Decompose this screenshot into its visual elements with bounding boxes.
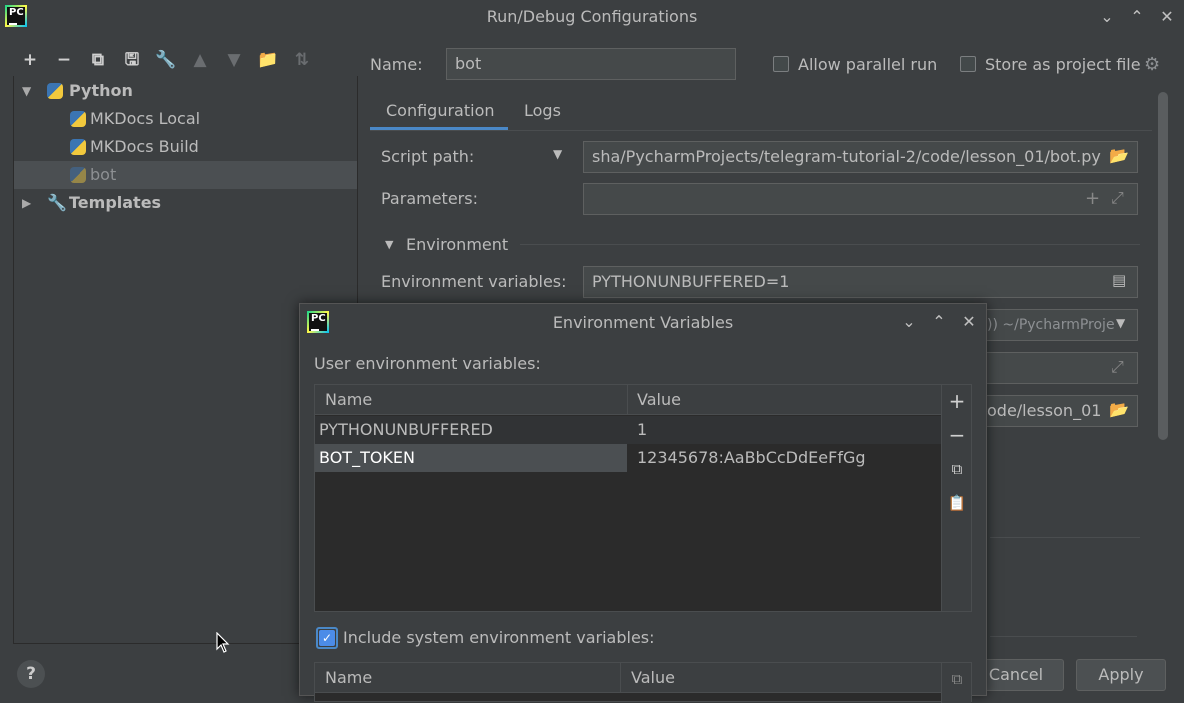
add-icon[interactable]: + xyxy=(945,389,969,413)
help-button[interactable]: ? xyxy=(17,660,45,688)
column-header-name[interactable]: Name xyxy=(325,385,372,415)
mouse-cursor-icon xyxy=(216,632,230,653)
tree-item-python[interactable]: ▼ Python xyxy=(14,77,357,105)
tree-item-bot[interactable]: bot xyxy=(14,161,357,189)
column-divider xyxy=(620,663,621,693)
maximize-icon[interactable]: ⌃ xyxy=(928,311,950,333)
expand-icon[interactable]: ⤢ xyxy=(1111,357,1124,377)
move-up-icon[interactable]: ▲ xyxy=(188,48,212,72)
parameters-label: Parameters: xyxy=(381,189,478,208)
tree-item-label: bot xyxy=(90,165,117,184)
table-row[interactable]: BOT_TOKEN 12345678:AaBbCcDdEeFfGg xyxy=(315,444,941,472)
paste-icon[interactable]: 📋 xyxy=(945,491,969,515)
column-header-name[interactable]: Name xyxy=(325,663,372,693)
tree-item-label: MKDocs Local xyxy=(90,109,201,128)
minimize-icon[interactable]: ⌄ xyxy=(1096,6,1118,28)
name-label: Name: xyxy=(370,55,423,74)
include-system-label: Include system environment variables: xyxy=(343,628,655,647)
chevron-right-icon[interactable]: ▶ xyxy=(22,189,31,217)
apply-button[interactable]: Apply xyxy=(1076,659,1166,691)
folder-icon[interactable]: 📂 xyxy=(1109,400,1129,419)
wrench-icon: 🔧 xyxy=(47,193,67,212)
environment-section-label: Environment xyxy=(406,235,509,254)
expand-icon[interactable]: ⤢ xyxy=(1111,188,1124,208)
env-vars-dialog: PC Environment Variables ⌄ ⌃ ✕ User envi… xyxy=(299,303,987,703)
copy-icon[interactable]: ⧉ xyxy=(945,457,969,481)
table-toolbar: ⧉ xyxy=(941,663,971,703)
python-icon xyxy=(70,167,86,183)
column-divider xyxy=(627,385,628,415)
sort-icon[interactable]: ⇅ xyxy=(290,48,314,72)
section-divider xyxy=(990,537,1140,538)
copy-icon[interactable]: ⧉ xyxy=(86,48,110,72)
chevron-down-icon[interactable]: ▼ xyxy=(1116,316,1125,330)
remove-icon[interactable]: − xyxy=(52,48,76,72)
tree-item-templates[interactable]: ▶ 🔧 Templates xyxy=(14,189,357,217)
tree-item-label: MKDocs Build xyxy=(90,137,199,156)
python-icon xyxy=(70,111,86,127)
tree-item-label: Python xyxy=(69,81,133,100)
table-row[interactable]: PYTHONUNBUFFERED 1 xyxy=(315,416,941,444)
name-field[interactable]: bot xyxy=(446,48,736,80)
edit-env-icon[interactable]: ▤ xyxy=(1112,271,1126,289)
tree-item-label: Templates xyxy=(69,193,162,212)
folder-icon[interactable]: 📂 xyxy=(1109,146,1129,165)
var-value-cell[interactable]: 12345678:AaBbCcDdEeFfGg xyxy=(637,444,866,472)
minimize-icon[interactable]: ⌄ xyxy=(898,311,920,333)
var-value-cell[interactable]: 1 xyxy=(637,416,647,444)
dialog-title: Environment Variables xyxy=(552,313,734,332)
close-icon[interactable]: ✕ xyxy=(958,311,980,333)
column-header-value[interactable]: Value xyxy=(637,385,681,415)
tab-logs[interactable]: Logs xyxy=(524,101,561,120)
remove-icon[interactable]: − xyxy=(945,423,969,447)
script-path-field[interactable]: sha/PycharmProjects/telegram-tutorial-2/… xyxy=(583,141,1138,173)
script-type-dropdown-icon[interactable]: ▼ xyxy=(553,147,562,161)
scrollbar-thumb[interactable] xyxy=(1158,92,1168,440)
column-header-value[interactable]: Value xyxy=(631,663,675,693)
window-title: Run/Debug Configurations xyxy=(486,7,698,26)
maximize-icon[interactable]: ⌃ xyxy=(1126,6,1148,28)
tab-configuration[interactable]: Configuration xyxy=(386,101,495,120)
chevron-down-icon[interactable]: ▼ xyxy=(385,238,393,251)
move-down-icon[interactable]: ▼ xyxy=(222,48,246,72)
user-vars-table: Name Value PYTHONUNBUFFERED 1 BOT_TOKEN … xyxy=(314,384,972,612)
section-divider xyxy=(520,244,1140,245)
store-project-checkbox[interactable] xyxy=(960,56,976,72)
chevron-down-icon[interactable]: ▼ xyxy=(22,77,31,105)
user-vars-label: User environment variables: xyxy=(314,354,541,373)
env-vars-field[interactable]: PYTHONUNBUFFERED=1 xyxy=(583,266,1138,298)
wrench-icon[interactable]: 🔧 xyxy=(154,48,178,72)
system-vars-table: Name Value ⧉ xyxy=(314,662,972,703)
table-header: Name Value xyxy=(315,663,941,693)
store-project-label: Store as project file xyxy=(985,55,1141,74)
tree-item-mkdocs-local[interactable]: MKDocs Local xyxy=(14,105,357,133)
tree-item-mkdocs-build[interactable]: MKDocs Build xyxy=(14,133,357,161)
include-system-checkbox[interactable]: ✓ xyxy=(319,630,335,646)
parameters-field[interactable] xyxy=(583,183,1138,215)
var-name-cell[interactable]: PYTHONUNBUFFERED xyxy=(319,416,493,444)
script-path-label: Script path: xyxy=(381,147,475,166)
python-icon xyxy=(70,139,86,155)
allow-parallel-checkbox[interactable] xyxy=(773,56,789,72)
add-icon[interactable]: + xyxy=(18,48,42,72)
title-bar: PC Run/Debug Configurations ⌄ ⌃ ✕ xyxy=(0,0,1184,34)
allow-parallel-label: Allow parallel run xyxy=(798,55,938,74)
table-header: Name Value xyxy=(315,385,941,415)
dialog-title-bar: PC Environment Variables ⌄ ⌃ ✕ xyxy=(300,304,986,340)
table-toolbar: + − ⧉ 📋 xyxy=(941,385,971,611)
close-icon[interactable]: ✕ xyxy=(1156,6,1178,28)
gear-icon[interactable]: ⚙ xyxy=(1144,54,1160,75)
active-tab-indicator xyxy=(370,127,508,130)
copy-icon[interactable]: ⧉ xyxy=(945,667,969,691)
python-icon xyxy=(47,83,63,99)
section-divider xyxy=(990,636,1137,637)
add-icon[interactable]: + xyxy=(1085,188,1100,209)
env-vars-label: Environment variables: xyxy=(381,272,567,291)
var-name-cell[interactable]: BOT_TOKEN xyxy=(319,444,415,472)
new-folder-icon[interactable]: 📁 xyxy=(256,48,280,72)
tabs-divider xyxy=(370,130,1152,131)
save-icon[interactable]: 🖫 xyxy=(120,48,144,72)
